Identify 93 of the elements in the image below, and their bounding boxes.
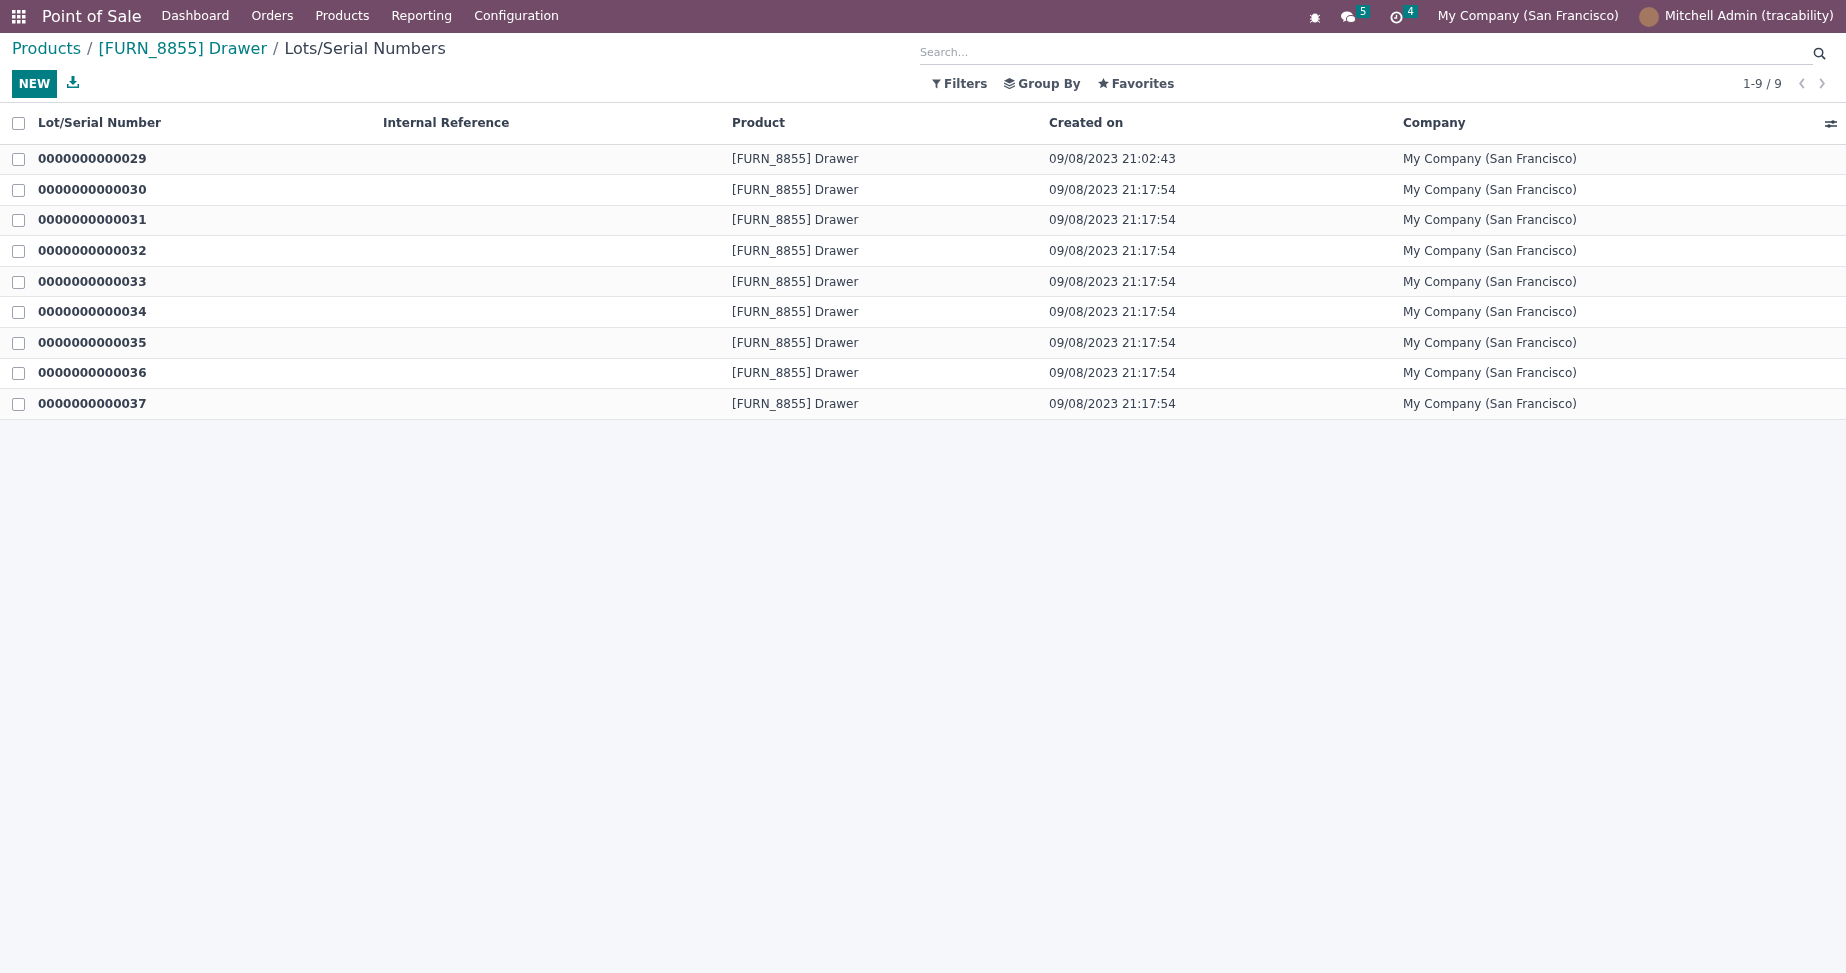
table-cell: 09/08/2023 21:17:54 (1049, 335, 1176, 350)
table-cell: [FURN_8855] Drawer (732, 182, 859, 197)
table-cell: 0000000000029 (38, 152, 147, 167)
table-cell: My Company (San Francisco) (1403, 335, 1577, 350)
table-cell: My Company (San Francisco) (1403, 244, 1577, 259)
checkbox[interactable] (12, 398, 25, 412)
table-cell: My Company (San Francisco) (1403, 274, 1577, 289)
next-icon[interactable] (1818, 78, 1826, 90)
table-cell: My Company (San Francisco) (1403, 397, 1577, 412)
table-row[interactable]: 0000000000035 [FURN_8855] Drawer 09/08/2023 21:17:54 My Company (San Francisco) (0, 327, 1846, 359)
table-row[interactable]: 0000000000034 [FURN_8855] Drawer 09/08/2023 21:17:54 My Company (San Francisco) (0, 296, 1846, 328)
table-cell: 09/08/2023 21:17:54 (1049, 213, 1176, 228)
menu-item[interactable]: Orders (251, 7, 294, 26)
filter-button[interactable]: Filters (932, 74, 988, 93)
menu-item[interactable]: Reporting (391, 7, 453, 26)
activity-count-badge: 4 (1403, 5, 1418, 18)
breadcrumb-link[interactable]: [FURN_8855] Drawer (98, 37, 267, 62)
search-icon[interactable] (1813, 46, 1826, 60)
column-settings-icon[interactable] (1825, 118, 1837, 129)
table-row[interactable]: 0000000000037 [FURN_8855] Drawer 09/08/2023 21:17:54 My Company (San Francisco) (0, 388, 1846, 420)
checkbox[interactable] (12, 214, 25, 228)
checkbox[interactable] (12, 183, 25, 197)
table-cell: 09/08/2023 21:02:43 (1049, 152, 1176, 167)
previous-icon[interactable] (1798, 78, 1806, 90)
column-header[interactable]: Product (732, 116, 785, 131)
table-cell: 09/08/2023 21:17:54 (1049, 305, 1176, 320)
group-by-button[interactable]: Group By (1004, 74, 1081, 93)
table-cell: 09/08/2023 21:17:54 (1049, 397, 1176, 412)
avatar[interactable] (1639, 6, 1659, 27)
table-cell: [FURN_8855] Drawer (732, 244, 859, 259)
checkbox[interactable] (12, 275, 25, 289)
layers-icon (1004, 78, 1016, 90)
table-cell: 0000000000031 (38, 213, 147, 228)
table-cell: [FURN_8855] Drawer (732, 335, 859, 350)
download-icon[interactable] (67, 76, 79, 89)
menu-item[interactable]: Dashboard (161, 7, 230, 26)
table-cell: 0000000000033 (38, 274, 147, 289)
table-cell: [FURN_8855] Drawer (732, 274, 859, 289)
message-count-badge: 5 (1356, 5, 1371, 18)
table-cell: 0000000000034 (38, 305, 147, 320)
checkbox[interactable] (12, 336, 25, 350)
column-header[interactable]: Company (1403, 116, 1466, 131)
table-row[interactable]: 0000000000036 [FURN_8855] Drawer 09/08/2023 21:17:54 My Company (San Francisco) (0, 358, 1846, 389)
table-cell: [FURN_8855] Drawer (732, 397, 859, 412)
table-cell: My Company (San Francisco) (1403, 182, 1577, 197)
menu-item[interactable]: Configuration (474, 7, 559, 26)
favorites-button[interactable]: Favorites (1097, 74, 1175, 93)
app-name[interactable]: Point of Sale (42, 4, 142, 29)
table-cell: My Company (San Francisco) (1403, 213, 1577, 228)
page-title: Lots/Serial Numbers (284, 38, 446, 61)
table-cell: [FURN_8855] Drawer (732, 366, 859, 381)
table-cell: [FURN_8855] Drawer (732, 213, 859, 228)
table-cell: 0000000000030 (38, 182, 147, 197)
checkbox[interactable] (12, 306, 25, 320)
filter-icon (932, 78, 941, 89)
search-field[interactable]: Search... (920, 41, 1813, 66)
table-cell: 0000000000036 (38, 366, 147, 381)
table-cell: 09/08/2023 21:17:54 (1049, 366, 1176, 381)
pager-value[interactable]: 1-9 / 9 (1743, 74, 1782, 93)
company-switcher[interactable]: My Company (San Francisco) (1437, 7, 1619, 26)
column-header[interactable]: Lot/Serial Number (38, 116, 161, 131)
table-cell: My Company (San Francisco) (1403, 305, 1577, 320)
new-button[interactable]: NEW (12, 69, 57, 98)
table-cell: 0000000000037 (38, 397, 147, 412)
checkbox[interactable] (12, 117, 25, 131)
checkbox[interactable] (12, 153, 25, 167)
table-row[interactable]: 0000000000033 [FURN_8855] Drawer 09/08/2023 21:17:54 My Company (San Francisco) (0, 266, 1846, 297)
table-cell: My Company (San Francisco) (1403, 152, 1577, 167)
table-cell: 09/08/2023 21:17:54 (1049, 244, 1176, 259)
breadcrumb-link[interactable]: Products (12, 37, 82, 62)
table-row[interactable]: 0000000000030 [FURN_8855] Drawer 09/08/2023 21:17:54 My Company (San Francisco) (0, 174, 1846, 206)
table-cell: 09/08/2023 21:17:54 (1049, 274, 1176, 289)
checkbox[interactable] (12, 367, 25, 381)
user-menu[interactable]: Mitchell Admin (tracability) (1665, 7, 1834, 26)
table-cell: [FURN_8855] Drawer (732, 305, 859, 320)
chat-icon[interactable] (1341, 11, 1356, 24)
apps-menu-icon[interactable] (12, 9, 26, 24)
table-row[interactable]: 0000000000032 [FURN_8855] Drawer 09/08/2023 21:17:54 My Company (San Francisco) (0, 235, 1846, 267)
column-header[interactable]: Internal Reference (383, 116, 510, 131)
table-cell: [FURN_8855] Drawer (732, 152, 859, 167)
clock-icon[interactable] (1390, 11, 1404, 24)
table-cell: My Company (San Francisco) (1403, 366, 1577, 381)
table-cell: 09/08/2023 21:17:54 (1049, 182, 1176, 197)
table-row[interactable]: 0000000000029 [FURN_8855] Drawer 09/08/2023 21:02:43 My Company (San Francisco) (0, 144, 1846, 175)
star-icon (1097, 78, 1109, 90)
breadcrumb-separator: / (87, 38, 93, 61)
table-row[interactable]: 0000000000031 [FURN_8855] Drawer 09/08/2023 21:17:54 My Company (San Francisco) (0, 205, 1846, 236)
checkbox[interactable] (12, 245, 25, 259)
column-header[interactable]: Created on (1049, 116, 1124, 131)
menu-item[interactable]: Products (315, 7, 370, 26)
table-cell: 0000000000032 (38, 244, 147, 259)
table-cell: 0000000000035 (38, 335, 147, 350)
breadcrumb-separator: / (273, 38, 279, 61)
